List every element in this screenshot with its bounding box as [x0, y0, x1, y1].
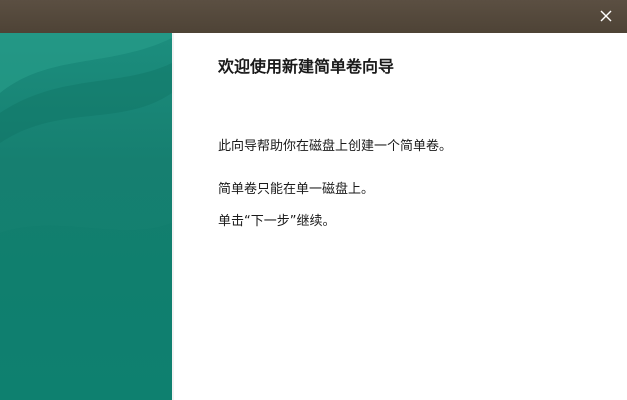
banner-decoration	[0, 33, 172, 400]
wizard-content: 欢迎使用新建简单卷向导 此向导帮助你在磁盘上创建一个简单卷。 简单卷只能在单一磁…	[174, 33, 627, 400]
title-bar[interactable]	[0, 0, 627, 33]
wizard-description: 此向导帮助你在磁盘上创建一个简单卷。	[218, 139, 453, 154]
wizard-window: 欢迎使用新建简单卷向导 此向导帮助你在磁盘上创建一个简单卷。 简单卷只能在单一磁…	[0, 0, 627, 400]
wizard-heading: 欢迎使用新建简单卷向导	[218, 57, 395, 76]
wizard-note: 简单卷只能在单一磁盘上。	[218, 182, 375, 197]
wizard-instruction: 单击“下一步”继续。	[218, 214, 336, 229]
close-button[interactable]	[593, 3, 619, 29]
close-icon	[600, 10, 612, 22]
wizard-side-banner	[0, 33, 172, 400]
